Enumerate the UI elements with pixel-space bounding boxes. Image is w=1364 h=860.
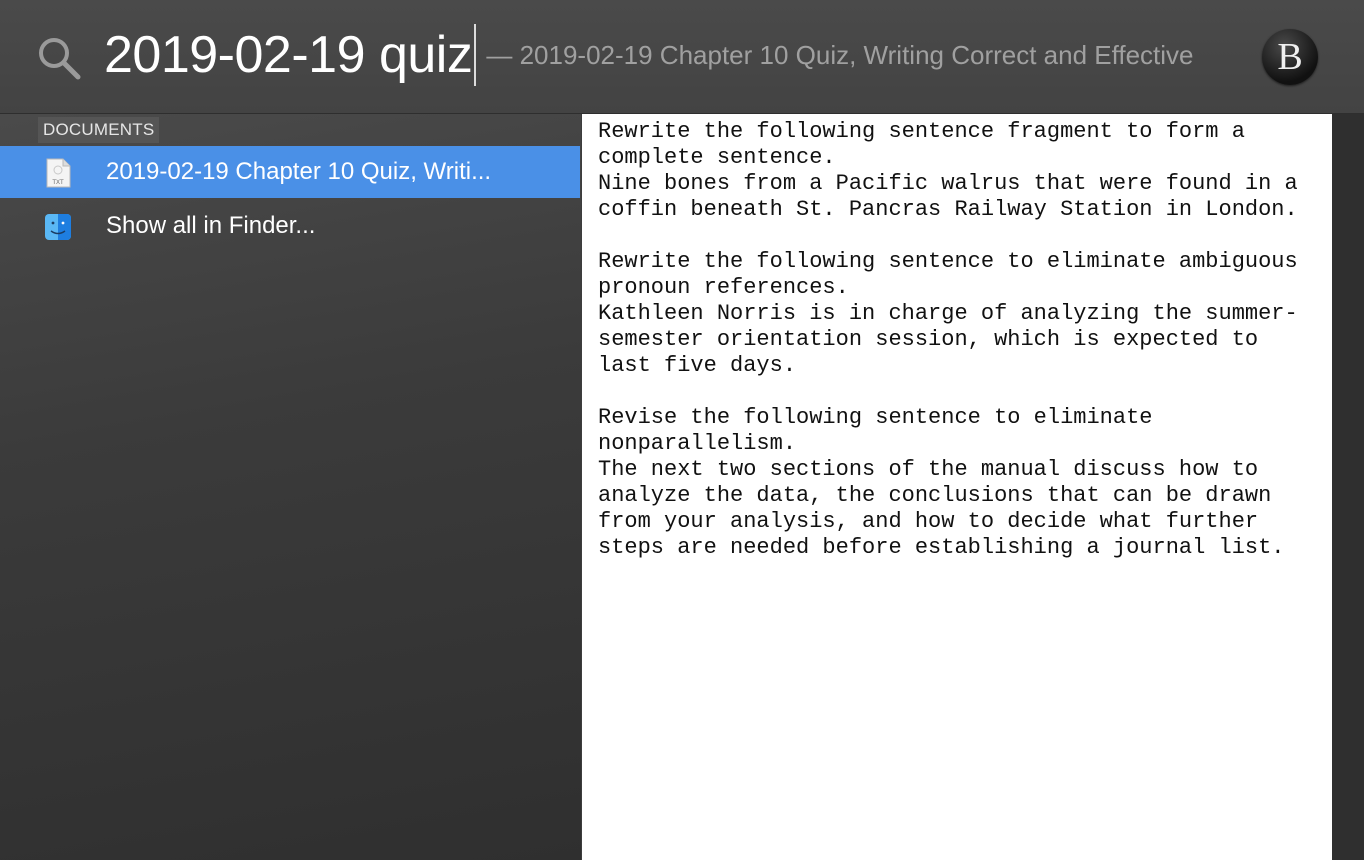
result-item-label: 2019-02-19 Chapter 10 Quiz, Writi... xyxy=(106,158,492,185)
result-item-label: Show all in Finder... xyxy=(106,212,316,239)
search-bar: 2019-02-19 quiz — 2019-02-19 Chapter 10 … xyxy=(0,0,1364,114)
preview-document-text: Rewrite the following sentence fragment … xyxy=(598,119,1298,560)
text-caret xyxy=(474,24,477,86)
avatar-letter: B xyxy=(1277,36,1303,78)
section-header-documents: DOCUMENTS xyxy=(38,117,160,143)
spotlight-window: 2019-02-19 quiz — 2019-02-19 Chapter 10 … xyxy=(0,0,1364,860)
background-edge xyxy=(1332,114,1364,860)
svg-text:TXT: TXT xyxy=(52,180,64,186)
txt-file-icon: TXT xyxy=(46,158,71,188)
result-item-document[interactable]: TXT 2019-02-19 Chapter 10 Quiz, Writi... xyxy=(0,146,580,198)
avatar[interactable]: B xyxy=(1262,29,1318,85)
finder-icon xyxy=(45,214,71,240)
result-item-show-in-finder[interactable]: Show all in Finder... xyxy=(0,200,580,252)
search-icon xyxy=(39,38,81,80)
search-query-text: 2019-02-19 quiz xyxy=(104,26,473,84)
search-input[interactable]: 2019-02-19 quiz — 2019-02-19 Chapter 10 … xyxy=(104,24,1224,86)
preview-pane: Rewrite the following sentence fragment … xyxy=(582,114,1332,860)
results-list: DOCUMENTS TXT 2019-02-19 Chapter 10 Quiz… xyxy=(0,114,581,860)
search-completion-hint: — 2019-02-19 Chapter 10 Quiz, Writing Co… xyxy=(486,39,1194,70)
